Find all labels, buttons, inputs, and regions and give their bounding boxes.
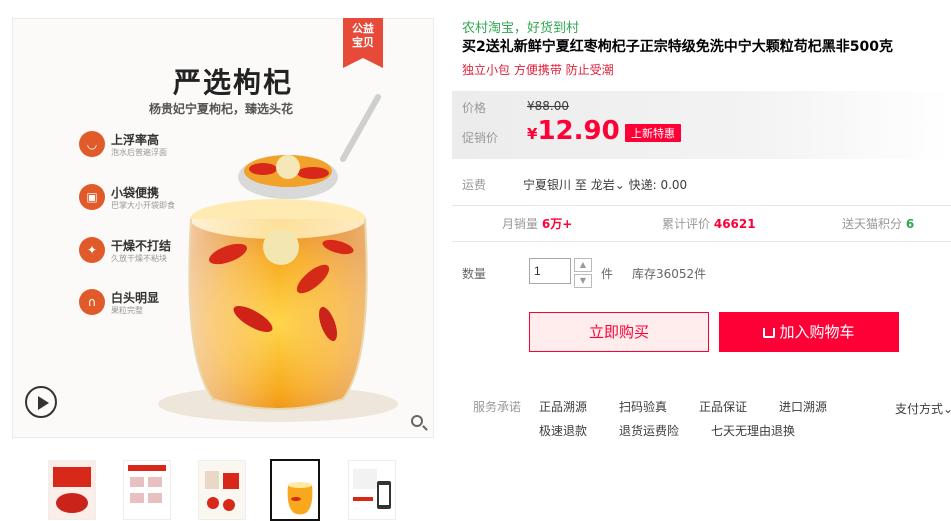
divider — [452, 241, 951, 242]
quantity-row: 数量 ▲ ▼ 件 库存36052件 — [452, 255, 951, 295]
add-to-cart-button[interactable]: 加入购物车 — [719, 312, 899, 352]
thumbnail[interactable] — [198, 460, 246, 520]
promo-price-value: 12.90 — [537, 116, 620, 146]
stat-value: 6 — [905, 217, 915, 231]
thumbnail[interactable] — [48, 460, 96, 520]
express-fee: 快递: 0.00 — [628, 178, 688, 192]
payment-label: 支付方式 — [895, 402, 944, 416]
payment-methods[interactable]: 支付方式⌄ — [895, 400, 951, 417]
tmall-points: 送天猫积分 6 — [842, 215, 914, 232]
shipping-to: 至 — [574, 178, 587, 192]
service-item[interactable]: 进口溯源 — [779, 398, 827, 415]
berry-icon: ∩ — [79, 289, 105, 315]
increment-icon[interactable]: ▲ — [574, 258, 592, 272]
service-item[interactable]: 七天无理由退换 — [711, 422, 795, 439]
promo-price-label: 促销价 — [462, 131, 499, 145]
quantity-stepper: ▲ ▼ — [574, 258, 592, 288]
feature-sub: 果粒完整 — [111, 306, 143, 315]
list-price: ¥88.00 — [527, 99, 569, 113]
main-product-image[interactable]: 严选枸杞 杨贵妃宁夏枸杞，臻选头花 ◡ 上浮率高 泡水后普遍浮面 ▣ 小袋便携 … — [12, 18, 434, 438]
hero-subtitle: 杨贵妃宁夏枸杞，臻选头花 — [149, 102, 294, 116]
chevron-down-icon: ⌄ — [943, 402, 951, 416]
cart-icon — [763, 328, 776, 338]
feature-sub: 泡水后普遍浮面 — [111, 148, 167, 157]
service-item[interactable]: 正品保证 — [699, 398, 747, 415]
add-to-cart-label: 加入购物车 — [779, 323, 855, 341]
store-tagline[interactable]: 农村淘宝，好货到村 — [462, 17, 579, 36]
product-subtitle: 独立小包 方便携带 防止受潮 — [462, 63, 614, 77]
currency-symbol: ¥ — [527, 125, 538, 143]
pouch-icon: ▣ — [79, 184, 105, 210]
review-count[interactable]: 累计评价 46621 — [662, 215, 756, 232]
thumbnail[interactable] — [348, 460, 396, 520]
service-item[interactable]: 退货运费险 — [619, 422, 679, 439]
divider — [452, 205, 951, 206]
zoom-icon[interactable] — [411, 415, 423, 427]
feature-title: 白头明显 — [111, 291, 160, 305]
quantity-input[interactable] — [529, 258, 571, 284]
stock-count: 库存36052件 — [632, 267, 707, 281]
quantity-unit: 件 — [601, 267, 614, 281]
dry-icon: ✦ — [79, 237, 105, 263]
badge-line: 宝贝 — [352, 36, 374, 49]
promo-price: ¥12.90 — [527, 116, 620, 146]
shipping-origin: 宁夏银川 — [523, 178, 572, 192]
stat-label: 累计评价 — [662, 217, 711, 231]
shipping-label: 运费 — [462, 178, 487, 192]
feature-sub: 巴掌大小开袋即食 — [111, 201, 175, 210]
stat-label: 月销量 — [502, 217, 539, 231]
service-label: 服务承诺 — [473, 400, 522, 414]
quantity-label: 数量 — [462, 267, 487, 281]
hero-title: 严选枸杞 — [173, 66, 294, 99]
stat-label: 送天猫积分 — [842, 217, 903, 231]
service-item[interactable]: 极速退款 — [539, 422, 587, 439]
stat-value: 46621 — [713, 217, 756, 231]
feature-title: 干燥不打结 — [111, 239, 172, 253]
float-icon: ◡ — [79, 131, 105, 157]
feature-title: 小袋便携 — [111, 186, 160, 200]
stat-value: 6万+ — [541, 217, 573, 231]
feature-sub: 久放干燥不粘块 — [111, 254, 167, 263]
charity-badge: 公益 宝贝 — [343, 18, 383, 68]
sales-stats: 月销量 6万+ 累计评价 46621 送天猫积分 6 — [452, 210, 951, 238]
service-item[interactable]: 扫码验真 — [619, 398, 667, 415]
decrement-icon[interactable]: ▼ — [574, 274, 592, 288]
shipping-row: 运费 宁夏银川 至 龙岩⌄ 快递: 0.00 — [452, 172, 951, 196]
promo-tag: 上新特惠 — [625, 124, 681, 142]
buy-now-button[interactable]: 立即购买 — [529, 312, 709, 352]
thumbnail[interactable] — [123, 460, 171, 520]
list-price-label: 价格 — [462, 101, 487, 115]
product-title: 买2送礼新鲜宁夏红枣枸杞子正宗特级免洗中宁大颗粒苟杞黑非500克 — [462, 39, 893, 55]
thumbnail[interactable] — [270, 459, 320, 521]
shipping-route: 宁夏银川 至 龙岩⌄ 快递: 0.00 — [523, 176, 687, 193]
price-box: 价格 ¥88.00 促销价 ¥12.90 上新特惠 — [452, 91, 951, 159]
service-item[interactable]: 正品溯源 — [539, 398, 587, 415]
destination-value: 龙岩 — [590, 178, 615, 192]
feature-title: 上浮率高 — [111, 133, 160, 147]
badge-line: 公益 — [352, 22, 374, 35]
chevron-down-icon: ⌄ — [614, 178, 625, 192]
play-video-icon[interactable] — [25, 386, 57, 418]
shipping-destination-select[interactable]: 龙岩⌄ — [591, 178, 625, 192]
monthly-sales: 月销量 6万+ — [502, 215, 572, 232]
